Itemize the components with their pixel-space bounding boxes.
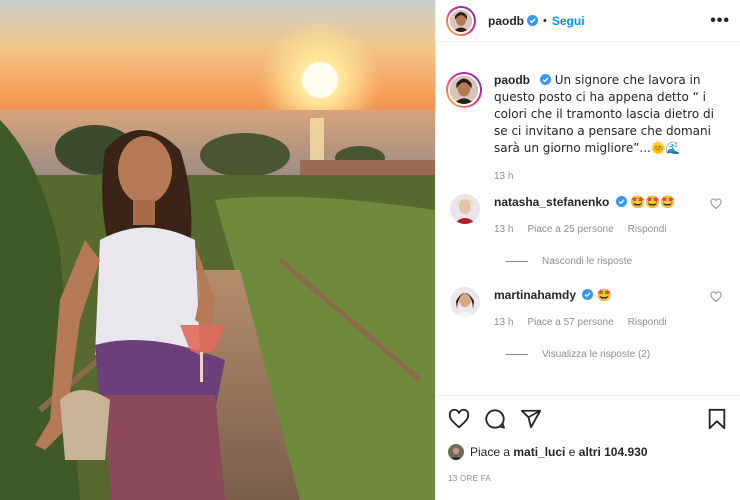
avatar-image bbox=[450, 76, 478, 104]
caption-time: 13 h bbox=[494, 171, 514, 182]
post-username[interactable]: paodb bbox=[488, 14, 524, 28]
replies-label[interactable]: Nascondi le risposte bbox=[542, 256, 632, 267]
avatar-image bbox=[450, 194, 480, 224]
action-bar bbox=[448, 408, 728, 430]
comment-text: 🤩 bbox=[596, 288, 612, 302]
verified-icon bbox=[540, 74, 552, 85]
likes-summary[interactable]: Piace a mati_luci e altri 104.930 bbox=[448, 444, 728, 460]
sunset-photo bbox=[0, 0, 435, 500]
avatar-image bbox=[448, 444, 464, 460]
caption: paodb Un signore che lavora in questo po… bbox=[446, 72, 730, 157]
likes-prefix: Piace a bbox=[470, 445, 511, 459]
caption-avatar[interactable] bbox=[446, 72, 482, 108]
comment-body: natasha_stefanenko 🤩🤩🤩 13 h Piace a 25 p… bbox=[494, 194, 710, 238]
comment-text: 🤩🤩🤩 bbox=[630, 195, 675, 209]
bookmark-icon[interactable] bbox=[706, 408, 728, 430]
comments-area: paodb Un signore che lavora in questo po… bbox=[436, 72, 740, 360]
liker-avatar bbox=[448, 444, 464, 460]
comment-username[interactable]: natasha_stefanenko bbox=[494, 195, 609, 209]
verified-icon bbox=[615, 196, 627, 207]
comment-time: 13 h bbox=[494, 224, 514, 235]
comment-likes[interactable]: Piace a 57 persone bbox=[527, 315, 613, 331]
view-replies-button[interactable]: Visualizza le risposte (2) bbox=[506, 349, 730, 360]
hide-replies-button[interactable]: Nascondi le risposte bbox=[506, 256, 730, 267]
post-sidebar: paodb • Segui ••• paodb Un signore che l… bbox=[435, 0, 740, 500]
verified-icon bbox=[527, 15, 538, 26]
avatar-image bbox=[450, 9, 472, 32]
separator-dot: • bbox=[543, 14, 547, 27]
replies-divider bbox=[506, 261, 528, 262]
comment-meta: 13 h Piace a 25 persone Rispondi bbox=[494, 222, 710, 238]
caption-text-block: paodb Un signore che lavora in questo po… bbox=[494, 72, 719, 157]
reply-button[interactable]: Rispondi bbox=[628, 222, 667, 238]
caption-username[interactable]: paodb bbox=[494, 73, 530, 87]
comment-item: martinahamdy 🤩 13 h Piace a 57 persone R… bbox=[446, 287, 730, 331]
post-timestamp: 13 ORE FA bbox=[448, 474, 492, 483]
post-actions: Piace a mati_luci e altri 104.930 13 ORE… bbox=[436, 395, 740, 483]
comment-avatar[interactable] bbox=[450, 287, 480, 317]
replies-divider bbox=[506, 354, 528, 355]
likes-user[interactable]: mati_luci bbox=[513, 445, 565, 459]
share-icon[interactable] bbox=[520, 408, 542, 430]
comment-likes[interactable]: Piace a 25 persone bbox=[527, 222, 613, 238]
heart-icon[interactable] bbox=[448, 408, 470, 430]
comment-item: natasha_stefanenko 🤩🤩🤩 13 h Piace a 25 p… bbox=[446, 194, 730, 238]
follow-button[interactable]: Segui bbox=[552, 14, 585, 28]
comment-icon[interactable] bbox=[484, 408, 506, 430]
comment-body: martinahamdy 🤩 13 h Piace a 57 persone R… bbox=[494, 287, 710, 331]
likes-others[interactable]: altri 104.930 bbox=[579, 445, 648, 459]
likes-mid: e bbox=[568, 445, 576, 459]
post-photo[interactable] bbox=[0, 0, 435, 500]
reply-button[interactable]: Rispondi bbox=[628, 315, 667, 331]
comment-meta: 13 h Piace a 57 persone Rispondi bbox=[494, 315, 710, 331]
verified-icon bbox=[582, 289, 594, 300]
post-header: paodb • Segui ••• bbox=[436, 0, 740, 42]
more-icon[interactable]: ••• bbox=[710, 12, 730, 30]
heart-icon[interactable] bbox=[710, 198, 722, 210]
comment-time: 13 h bbox=[494, 317, 514, 328]
comment-avatar[interactable] bbox=[450, 194, 480, 224]
replies-label[interactable]: Visualizza le risposte (2) bbox=[542, 349, 650, 360]
avatar-image bbox=[450, 287, 480, 317]
comment-username[interactable]: martinahamdy bbox=[494, 288, 576, 302]
heart-icon[interactable] bbox=[710, 291, 722, 303]
avatar[interactable] bbox=[446, 5, 476, 36]
